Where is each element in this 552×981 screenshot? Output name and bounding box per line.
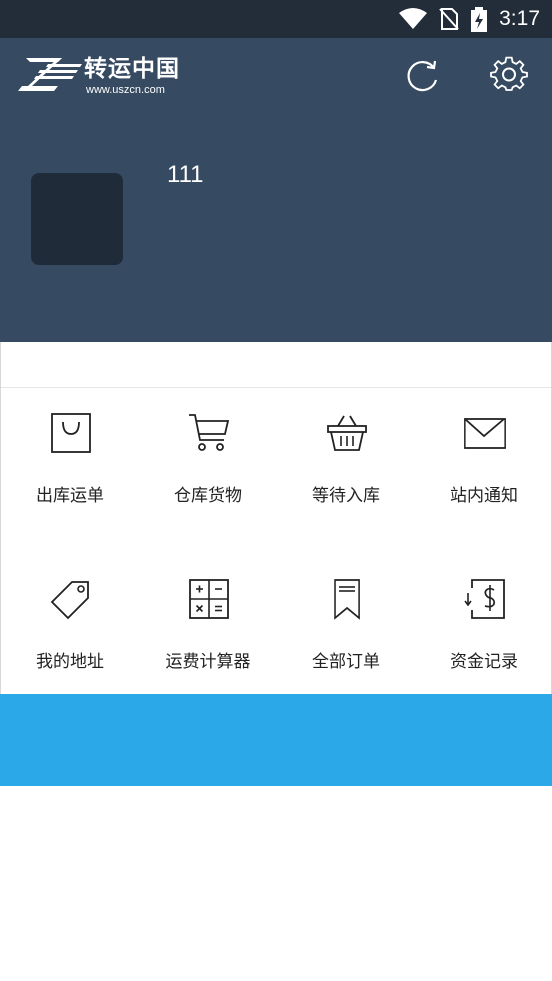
settings-button[interactable] [489, 56, 529, 96]
menu-top-divider [1, 342, 551, 388]
menu-item-label: 出库运单 [36, 486, 104, 506]
menu-item-label: 仓库货物 [174, 486, 242, 506]
no-sim-icon [439, 8, 459, 30]
menu-item-label: 运费计算器 [165, 652, 251, 672]
logo-mark-icon [18, 58, 82, 91]
menu-item-label: 资金记录 [450, 652, 518, 672]
menu-item-label: 全部订单 [312, 652, 380, 672]
menu-item-warehouse-goods[interactable]: 仓库货物 [139, 388, 277, 538]
shopping-bag-icon [51, 413, 91, 453]
banner[interactable] [0, 694, 552, 786]
envelope-icon [464, 418, 506, 449]
wifi-icon [399, 8, 427, 29]
refresh-icon [407, 60, 438, 92]
logo-url: www.uszcn.com [86, 84, 165, 96]
menu-item-label: 我的地址 [36, 652, 104, 672]
menu-row-1: 出库运单 仓库货物 等待入库 站内通知 [1, 388, 552, 538]
battery-charging-icon [471, 7, 487, 32]
app-logo: 转运中国 www.uszcn.com [18, 54, 188, 98]
calculator-icon [189, 579, 229, 619]
menu-item-fund-records[interactable]: 资金记录 [415, 554, 552, 704]
menu-item-label: 站内通知 [450, 486, 518, 506]
menu-item-all-orders[interactable]: 全部订单 [277, 554, 415, 704]
bookmark-icon [334, 579, 360, 620]
dollar-icon [464, 579, 505, 619]
username: 111 [167, 161, 204, 188]
menu-grid: 出库运单 仓库货物 等待入库 站内通知 我的地址 运费计算器 全部订单 资金记录 [0, 342, 552, 694]
menu-row-2: 我的地址 运费计算器 全部订单 资金记录 [1, 554, 552, 704]
gear-icon [490, 56, 528, 91]
menu-item-site-notifications[interactable]: 站内通知 [415, 388, 552, 538]
menu-item-awaiting-storage[interactable]: 等待入库 [277, 388, 415, 538]
menu-item-label: 等待入库 [312, 486, 380, 506]
menu-item-freight-calculator[interactable]: 运费计算器 [139, 554, 277, 704]
status-time: 3:17 [499, 7, 540, 30]
basket-icon [327, 415, 367, 451]
status-bar: 3:17 [0, 0, 552, 38]
menu-item-outbound-waybill[interactable]: 出库运单 [1, 388, 139, 538]
profile-header: 转运中国 www.uszcn.com 111 [0, 38, 552, 342]
refresh-button[interactable] [403, 56, 443, 96]
menu-item-my-address[interactable]: 我的地址 [1, 554, 139, 704]
tag-icon [50, 581, 89, 620]
avatar[interactable] [31, 173, 123, 265]
logo-title: 转运中国 [84, 55, 180, 82]
shopping-cart-icon [189, 414, 230, 451]
